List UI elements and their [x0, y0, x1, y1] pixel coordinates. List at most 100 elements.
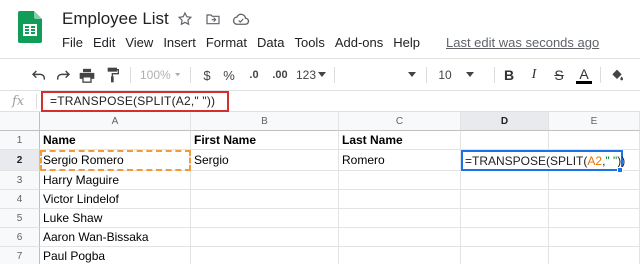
- paint-format-icon[interactable]: [104, 65, 122, 85]
- currency-button[interactable]: $: [200, 65, 214, 85]
- cell-b7[interactable]: [191, 247, 339, 264]
- text-color-button[interactable]: A: [576, 65, 592, 85]
- menu-help[interactable]: Help: [393, 35, 420, 50]
- row-header-4[interactable]: 4: [0, 190, 40, 209]
- formula-bar: fx =TRANSPOSE(SPLIT(A2," ")): [0, 90, 640, 112]
- decrease-decimal-button[interactable]: .0: [245, 65, 263, 85]
- increase-decimal-button[interactable]: .00: [268, 65, 292, 85]
- toolbar-divider: [130, 67, 131, 83]
- last-edit-link[interactable]: Last edit was seconds ago: [446, 35, 599, 50]
- menu-file[interactable]: File: [62, 35, 83, 50]
- cell-e5[interactable]: [549, 209, 640, 228]
- menu-data[interactable]: Data: [257, 35, 284, 50]
- cell-a4[interactable]: Victor Lindelof: [40, 190, 191, 209]
- more-formats-button[interactable]: 123: [296, 65, 326, 85]
- spreadsheet-grid: A B C D E 1 2 3 4 5 6 7 Name First Name …: [0, 112, 640, 264]
- cell-d4[interactable]: [461, 190, 549, 209]
- column-header-d[interactable]: D: [461, 112, 549, 131]
- cell-b2[interactable]: Sergio: [191, 150, 339, 171]
- cell-a6[interactable]: Aaron Wan-Bissaka: [40, 228, 191, 247]
- cell-b1[interactable]: First Name: [191, 131, 339, 150]
- font-size-value: 10: [438, 68, 452, 82]
- row-header-7[interactable]: 7: [0, 247, 40, 264]
- formula-input[interactable]: =TRANSPOSE(SPLIT(A2," ")): [50, 94, 215, 108]
- cell-e7[interactable]: [549, 247, 640, 264]
- cell-c2[interactable]: Romero: [339, 150, 461, 171]
- cell-d2-editor[interactable]: =TRANSPOSE(SPLIT(A2, " ")): [461, 150, 626, 171]
- cell-e1[interactable]: [549, 131, 640, 150]
- app-header: Employee List File Edit View Insert Form…: [0, 0, 640, 58]
- cell-a3[interactable]: Harry Maguire: [40, 171, 191, 190]
- menu-insert[interactable]: Insert: [163, 35, 196, 50]
- font-family-select[interactable]: [340, 65, 420, 85]
- cell-d6[interactable]: [461, 228, 549, 247]
- cell-c4[interactable]: [339, 190, 461, 209]
- cell-c6[interactable]: [339, 228, 461, 247]
- cell-d1[interactable]: [461, 131, 549, 150]
- strikethrough-button[interactable]: S: [552, 65, 566, 85]
- row-header-3[interactable]: 3: [0, 171, 40, 190]
- print-icon[interactable]: [78, 65, 96, 85]
- cell-b5[interactable]: [191, 209, 339, 228]
- cell-e6[interactable]: [549, 228, 640, 247]
- text-color-swatch: [576, 80, 592, 84]
- toolbar-divider: [494, 67, 495, 83]
- bold-button[interactable]: B: [502, 65, 516, 85]
- undo-icon[interactable]: [30, 65, 48, 85]
- cell-c7[interactable]: [339, 247, 461, 264]
- cell-b6[interactable]: [191, 228, 339, 247]
- star-icon[interactable]: [176, 10, 194, 28]
- cell-a5[interactable]: Luke Shaw: [40, 209, 191, 228]
- toolbar-divider: [334, 67, 335, 83]
- fill-color-icon[interactable]: [608, 65, 626, 85]
- text-color-letter: A: [579, 65, 589, 82]
- column-header-c[interactable]: C: [339, 112, 461, 131]
- italic-button[interactable]: I: [528, 65, 540, 85]
- toolbar-divider: [426, 67, 427, 83]
- fx-icon: fx: [12, 94, 25, 109]
- cell-c3[interactable]: [339, 171, 461, 190]
- cell-a1[interactable]: Name: [40, 131, 191, 150]
- font-size-select[interactable]: 10: [436, 65, 476, 85]
- menu-view[interactable]: View: [125, 35, 153, 50]
- more-formats-label: 123: [296, 68, 317, 82]
- cell-c5[interactable]: [339, 209, 461, 228]
- menu-edit[interactable]: Edit: [93, 35, 115, 50]
- zoom-select[interactable]: 100%: [140, 65, 180, 85]
- toolbar: 100% $ % .0 .00 123 10 B I S A: [0, 58, 640, 90]
- cell-e4[interactable]: [549, 190, 640, 209]
- select-all-corner[interactable]: [0, 112, 40, 131]
- row-header-6[interactable]: 6: [0, 228, 40, 247]
- menu-tools[interactable]: Tools: [294, 35, 324, 50]
- active-formula-ref: A2: [587, 153, 603, 168]
- cell-d7[interactable]: [461, 247, 549, 264]
- menu-format[interactable]: Format: [206, 35, 247, 50]
- redo-icon[interactable]: [54, 65, 72, 85]
- active-formula-string: " ": [605, 153, 618, 168]
- cell-a7[interactable]: Paul Pogba: [40, 247, 191, 264]
- row-header-2[interactable]: 2: [0, 150, 40, 171]
- row-header-5[interactable]: 5: [0, 209, 40, 228]
- fill-handle[interactable]: [617, 167, 623, 173]
- menu-addons[interactable]: Add-ons: [335, 35, 383, 50]
- formula-bar-divider: [36, 94, 37, 109]
- cell-d5[interactable]: [461, 209, 549, 228]
- percent-button[interactable]: %: [222, 65, 236, 85]
- column-header-b[interactable]: B: [191, 112, 339, 131]
- column-header-a[interactable]: A: [40, 112, 191, 131]
- cell-b3[interactable]: [191, 171, 339, 190]
- toolbar-divider: [190, 67, 191, 83]
- cell-c1[interactable]: Last Name: [339, 131, 461, 150]
- cell-a2[interactable]: Sergio Romero: [40, 150, 191, 171]
- column-header-e[interactable]: E: [549, 112, 640, 131]
- cloud-status-icon[interactable]: [232, 10, 250, 28]
- move-folder-icon[interactable]: [204, 10, 222, 28]
- cell-d3[interactable]: [461, 171, 549, 190]
- active-formula-prefix: =TRANSPOSE(SPLIT(: [465, 153, 588, 168]
- sheets-logo-icon[interactable]: [18, 11, 42, 43]
- cell-e3[interactable]: [549, 171, 640, 190]
- document-title[interactable]: Employee List: [62, 9, 169, 29]
- row-header-1[interactable]: 1: [0, 131, 40, 150]
- cell-b4[interactable]: [191, 190, 339, 209]
- active-formula-suffix: )): [617, 153, 626, 168]
